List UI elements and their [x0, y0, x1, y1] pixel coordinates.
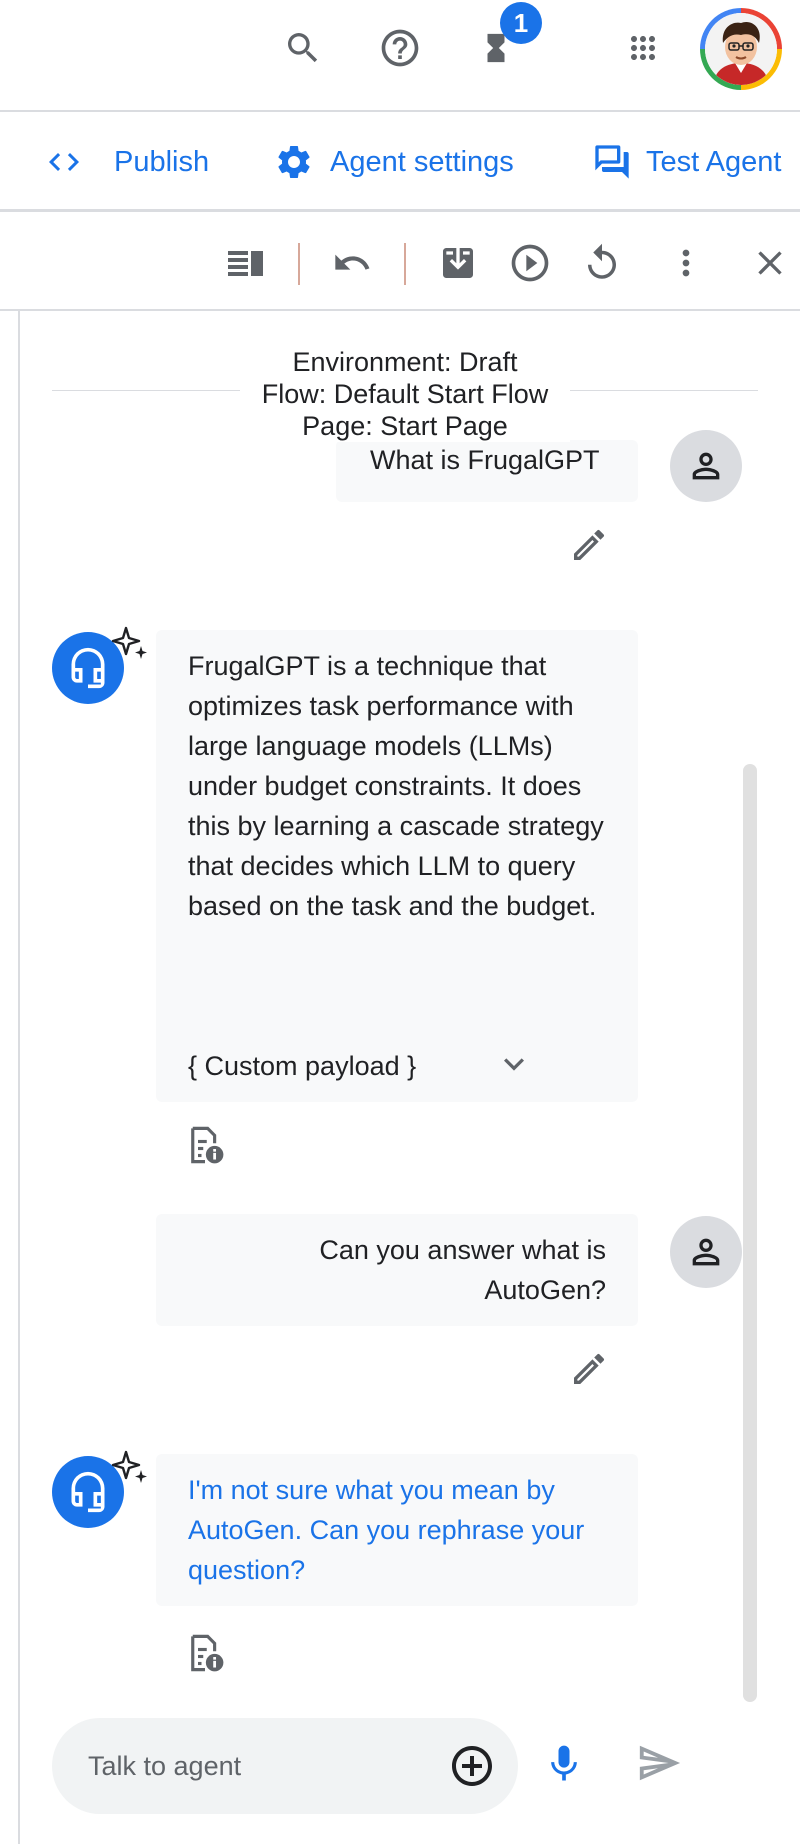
simulator-toolbar	[0, 215, 800, 311]
agent-message-text: FrugalGPT is a technique that optimizes …	[188, 651, 604, 921]
user-message-bubble: What is FrugalGPT	[336, 440, 638, 502]
agent-action-bar: Publish Agent settings Test Agent	[0, 112, 800, 212]
info-doc-icon[interactable]	[182, 1122, 228, 1168]
more-vert-icon[interactable]	[660, 237, 712, 289]
toolbar-divider	[404, 243, 406, 285]
user-avatar	[670, 1216, 742, 1288]
reset-icon[interactable]	[576, 237, 628, 289]
edit-icon[interactable]	[566, 1346, 612, 1392]
info-doc-icon[interactable]	[182, 1630, 228, 1676]
panel-border	[18, 311, 20, 1844]
edit-icon[interactable]	[566, 522, 612, 568]
panel-icon[interactable]	[220, 237, 272, 289]
chat-scrollbar[interactable]	[743, 764, 757, 1702]
headset-icon	[71, 647, 105, 689]
agent-settings-label: Agent settings	[330, 145, 514, 178]
environment-label: Environment: Draft	[292, 347, 518, 377]
play-icon[interactable]	[504, 237, 556, 289]
send-icon[interactable]	[636, 1740, 684, 1788]
publish-button[interactable]: Publish	[114, 134, 209, 190]
custom-payload-label[interactable]: { Custom payload }	[188, 1046, 416, 1086]
sparkle-icon	[111, 626, 147, 659]
toolbar-divider	[298, 243, 300, 285]
test-agent-label: Test Agent	[646, 145, 782, 178]
user-avatar	[670, 430, 742, 502]
headset-icon	[71, 1471, 105, 1513]
agent-settings-button[interactable]: Agent settings	[274, 134, 514, 190]
user-message-bubble: Can you answer what is AutoGen?	[156, 1214, 638, 1326]
publish-label: Publish	[114, 145, 210, 178]
help-icon[interactable]	[376, 24, 424, 72]
code-icon	[49, 153, 79, 171]
environment-info: Environment: Draft Flow: Default Start F…	[240, 346, 570, 442]
avatar-face-icon	[705, 13, 777, 85]
user-message-text: Can you answer what is AutoGen?	[319, 1235, 606, 1305]
account-avatar[interactable]	[700, 8, 782, 90]
add-circle-icon[interactable]	[448, 1742, 496, 1790]
code-button[interactable]	[46, 134, 82, 190]
gear-icon	[278, 146, 310, 178]
notification-badge[interactable]: 1	[500, 2, 542, 44]
top-bar: 1	[0, 0, 800, 112]
chevron-down-icon[interactable]	[494, 1044, 534, 1084]
apps-grid-icon[interactable]	[619, 24, 667, 72]
undo-icon[interactable]	[326, 237, 378, 289]
chat-input-container	[52, 1718, 518, 1814]
test-agent-button[interactable]: Test Agent	[592, 134, 781, 190]
agent-message-bubble: I'm not sure what you mean by AutoGen. C…	[156, 1454, 638, 1606]
close-icon[interactable]	[744, 237, 796, 289]
sparkle-icon	[111, 1450, 147, 1483]
search-icon[interactable]	[279, 24, 327, 72]
chat-forum-icon	[595, 145, 629, 179]
person-icon	[692, 452, 720, 480]
person-icon	[692, 1238, 720, 1266]
user-message-text: What is FrugalGPT	[370, 445, 600, 475]
agent-message-bubble: FrugalGPT is a technique that optimizes …	[156, 630, 638, 1102]
microphone-icon[interactable]	[542, 1738, 590, 1790]
talk-to-agent-input[interactable]	[88, 1740, 408, 1792]
export-icon[interactable]	[432, 237, 484, 289]
agent-message-text: I'm not sure what you mean by AutoGen. C…	[188, 1475, 585, 1585]
flow-label: Flow: Default Start Flow	[261, 379, 549, 409]
page-label: Page: Start Page	[302, 411, 508, 441]
